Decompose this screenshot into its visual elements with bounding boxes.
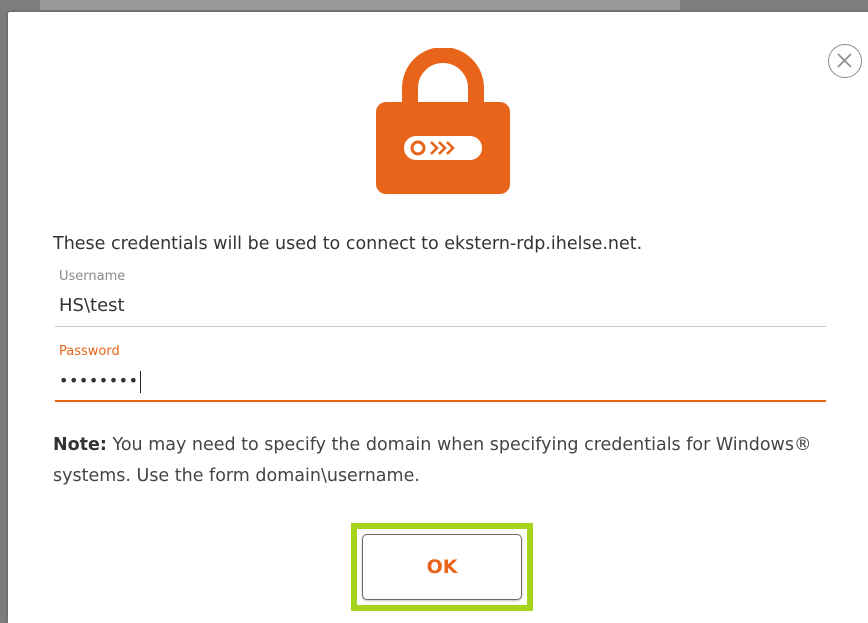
close-button[interactable]: [828, 44, 862, 78]
domain-note: Note: You may need to specify the domain…: [53, 430, 843, 492]
password-label: Password: [59, 344, 120, 359]
note-text: You may need to specify the domain when …: [53, 435, 812, 486]
lock-icon: [376, 48, 510, 194]
password-input[interactable]: ••••••••: [59, 365, 141, 397]
username-input[interactable]: [55, 288, 826, 322]
username-label: Username: [59, 269, 126, 284]
ok-button[interactable]: OK: [362, 534, 522, 600]
credentials-dialog: These credentials will be used to connec…: [8, 12, 868, 623]
backdrop-window-edge: [40, 0, 680, 10]
username-underline: [55, 326, 826, 327]
close-icon: [837, 53, 852, 68]
note-prefix: Note:: [53, 435, 107, 455]
connection-message: These credentials will be used to connec…: [53, 234, 643, 254]
text-caret: [139, 370, 141, 393]
password-masked-value: ••••••••: [59, 371, 139, 390]
password-underline: [55, 400, 826, 402]
